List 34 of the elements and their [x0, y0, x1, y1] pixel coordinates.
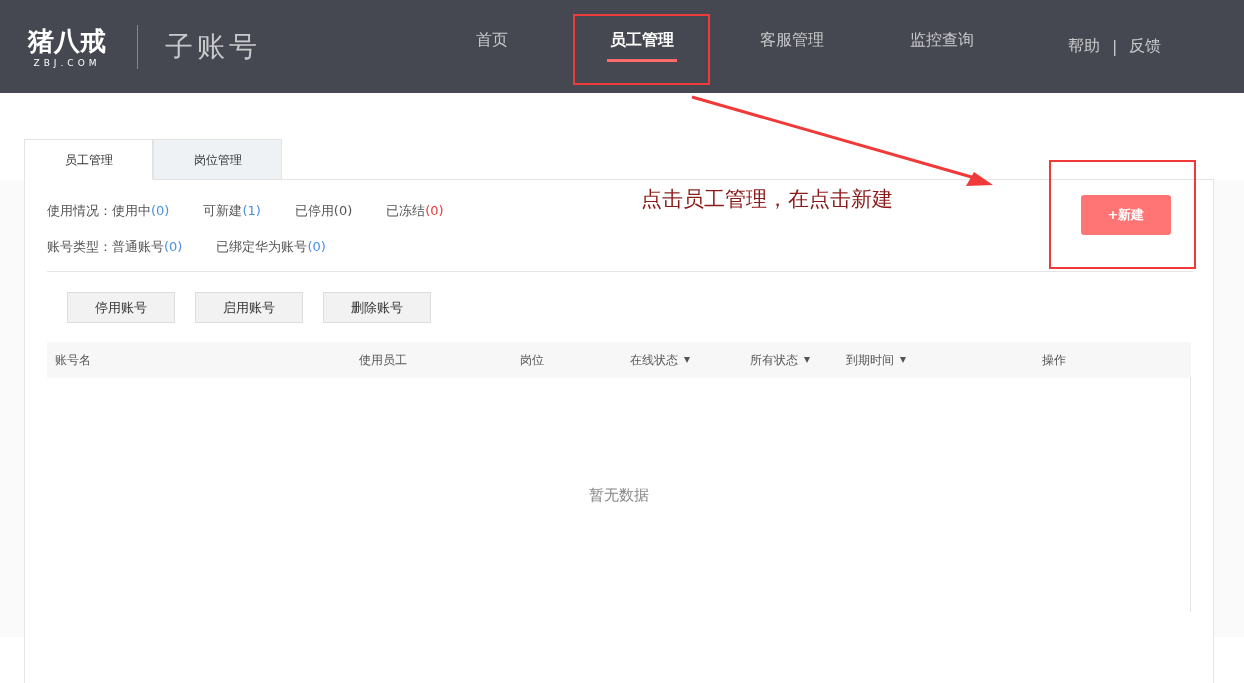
- stat-text: 账号类型：普通账号(0): [47, 238, 183, 256]
- annotation-text: 点击员工管理，在点击新建: [641, 186, 893, 213]
- stat-text: 已停用(0): [294, 202, 353, 220]
- tab[interactable]: 岗位管理: [153, 139, 282, 180]
- caret-icon[interactable]: [804, 357, 810, 363]
- nav-tab[interactable]: 客服管理: [717, 0, 867, 93]
- caret-icon[interactable]: [900, 357, 906, 363]
- stat-text: 使用情况：使用中(0): [47, 202, 170, 220]
- stat-text: 已冻结(0): [386, 202, 444, 220]
- page-title: 子账号: [165, 28, 262, 65]
- link-separator: |: [1112, 37, 1118, 56]
- action-button[interactable]: 停用账号: [67, 292, 175, 323]
- stat-text: 可新建(1): [203, 202, 261, 220]
- empty-message: 暂无数据: [588, 485, 649, 505]
- caret-icon[interactable]: [684, 357, 690, 363]
- column-header: 操作: [1042, 351, 1066, 369]
- nav-tab[interactable]: 监控查询: [867, 0, 1017, 93]
- nav-tab[interactable]: 首页: [417, 0, 567, 93]
- action-button[interactable]: 启用账号: [195, 292, 303, 323]
- action-button[interactable]: 删除账号: [323, 292, 431, 323]
- header-link[interactable]: 帮助: [1068, 36, 1100, 57]
- column-header: 使用员工: [359, 351, 407, 369]
- nav-tab[interactable]: 员工管理: [567, 0, 717, 93]
- header-link[interactable]: 反馈: [1129, 36, 1162, 57]
- column-header: 岗位: [520, 351, 544, 369]
- column-header: 所有状态: [750, 351, 798, 369]
- logo-text: 猪八戒: [28, 25, 106, 58]
- arrow-icon: [691, 95, 993, 186]
- logo-domain: ZBJ.COM: [33, 58, 101, 69]
- column-header: 账号名: [55, 351, 91, 369]
- column-header: 到期时间: [846, 351, 894, 369]
- stat-text: 已绑定华为账号(0): [216, 238, 326, 256]
- column-header: 在线状态: [630, 351, 678, 369]
- tab[interactable]: 员工管理: [24, 139, 153, 180]
